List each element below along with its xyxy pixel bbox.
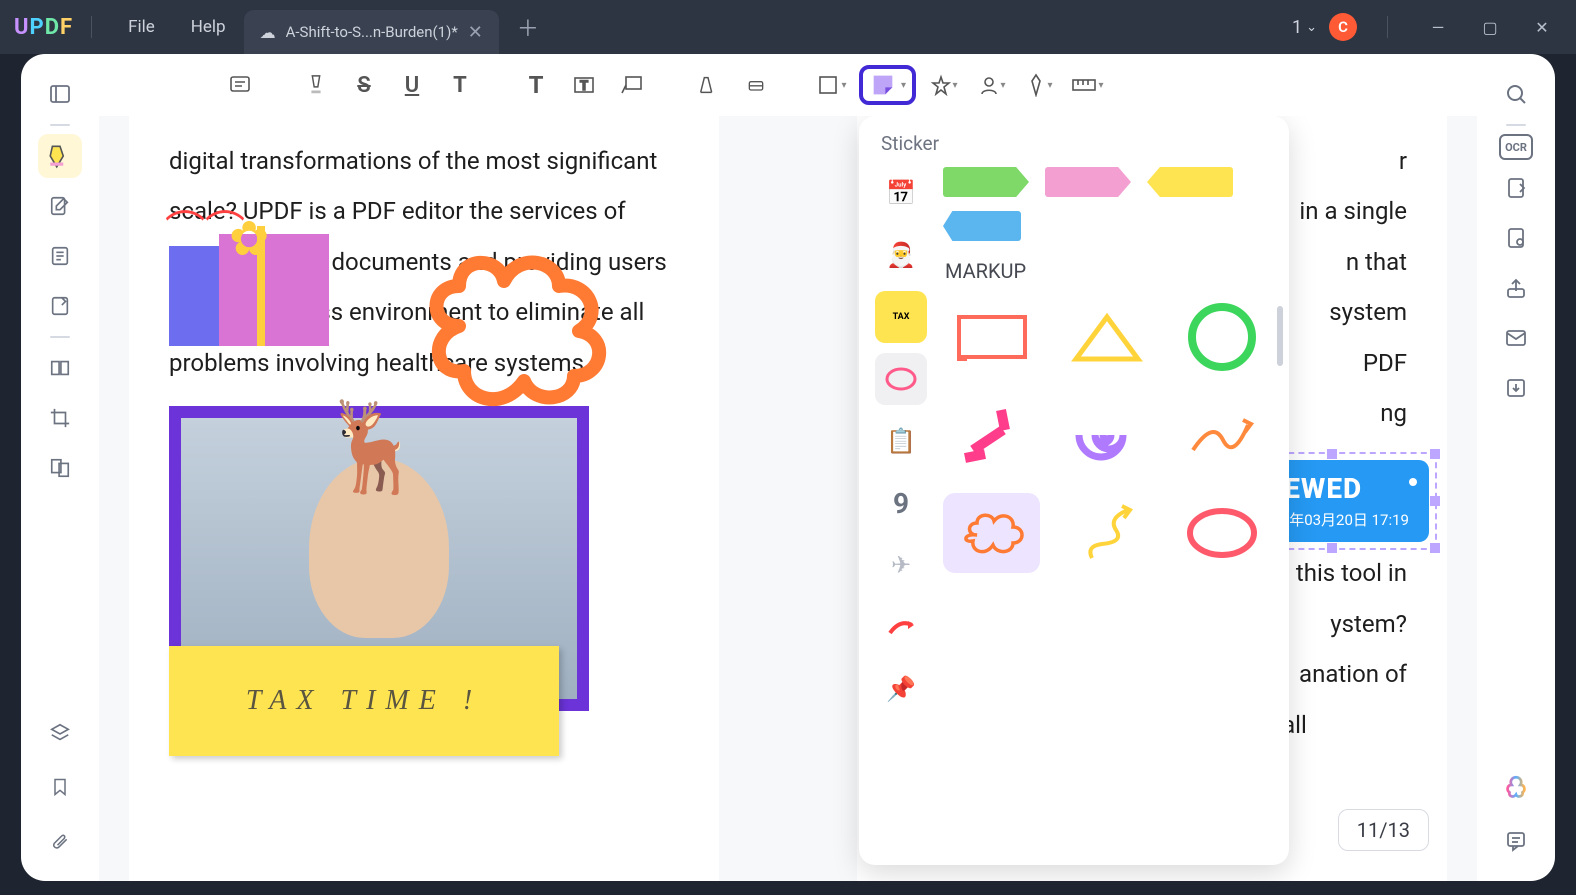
tb-underline-icon[interactable]: U xyxy=(391,64,433,106)
tb-stamp-icon[interactable]: ▾ xyxy=(922,64,964,106)
tb-shape-icon[interactable]: ▾ xyxy=(811,64,853,106)
tb-textbox-icon[interactable]: T xyxy=(563,64,605,106)
tb-pencil-icon[interactable] xyxy=(687,64,729,106)
cat-tax-icon[interactable]: TAX xyxy=(875,291,927,343)
minimize-button[interactable]: — xyxy=(1418,7,1458,47)
sticker-spiral[interactable] xyxy=(1058,395,1155,475)
tb-highlight-icon[interactable] xyxy=(295,64,337,106)
tab-title: A-Shift-to-S...n-Burden(1)* xyxy=(286,23,458,41)
tb-sticker-button[interactable]: ▾ xyxy=(859,65,916,105)
sb-attachment-icon[interactable] xyxy=(38,819,82,863)
cat-santa-icon[interactable]: 🎅 xyxy=(875,229,927,281)
sb-search-icon[interactable] xyxy=(1494,72,1538,116)
sticker-circle[interactable] xyxy=(1174,297,1271,377)
sb-crop-icon[interactable] xyxy=(38,396,82,440)
close-button[interactable]: ✕ xyxy=(1522,7,1562,47)
sb-edit-icon[interactable] xyxy=(38,184,82,228)
tb-strike-icon[interactable]: S xyxy=(343,64,385,106)
tb-squiggly-icon[interactable]: T xyxy=(439,64,481,106)
svg-text:T: T xyxy=(580,79,588,94)
tb-text-icon[interactable]: T xyxy=(515,64,557,106)
cat-pin-icon[interactable]: 📌 xyxy=(875,663,927,715)
tb-signature-icon[interactable]: ▾ xyxy=(970,64,1012,106)
sticker-grid: MARKUP xyxy=(943,167,1277,849)
app-body: S U T T T ▾ ▾ ▾ ▾ ▾ ▾ digital transforma… xyxy=(21,54,1555,881)
cat-arrow-icon[interactable] xyxy=(875,601,927,653)
sticker-categories: 📅 🎅 TAX 📋 9 ✈ 📌 xyxy=(875,167,931,849)
menu-file[interactable]: File xyxy=(110,11,173,43)
main-area: S U T T T ▾ ▾ ▾ ▾ ▾ ▾ digital transforma… xyxy=(99,54,1477,881)
sb-export-icon[interactable] xyxy=(1494,166,1538,210)
tb-eraser-icon[interactable] xyxy=(735,64,777,106)
sb-layers-icon[interactable] xyxy=(38,711,82,755)
sticker-tag-yellow[interactable] xyxy=(1147,167,1233,197)
window-counter[interactable]: 1⌄ xyxy=(1292,17,1317,38)
annotation-toolbar: S U T T T ▾ ▾ ▾ ▾ ▾ ▾ xyxy=(99,54,1477,116)
cat-notes-icon[interactable]: 📋 xyxy=(875,415,927,467)
cat-plane-icon[interactable]: ✈ xyxy=(875,539,927,591)
document-tab[interactable]: ☁ A-Shift-to-S...n-Burden(1)* ✕ xyxy=(244,10,499,54)
sb-page-icon[interactable] xyxy=(38,234,82,278)
markup-section-title: MARKUP xyxy=(945,259,1271,283)
sb-reader-icon[interactable] xyxy=(38,72,82,116)
document-viewport[interactable]: digital transformations of the most sign… xyxy=(99,116,1477,881)
sticker-cloud[interactable] xyxy=(943,493,1040,573)
sb-highlight-icon[interactable] xyxy=(38,134,82,178)
sb-email-icon[interactable] xyxy=(1494,316,1538,360)
sb-form-icon[interactable] xyxy=(38,284,82,328)
menu-help[interactable]: Help xyxy=(173,11,244,43)
sticker-triangle[interactable] xyxy=(1058,297,1155,377)
sb-ocr-icon[interactable]: OCR xyxy=(1499,134,1533,160)
sb-compare-icon[interactable] xyxy=(38,446,82,490)
sticker-squiggle-arrow[interactable] xyxy=(1058,493,1155,573)
right-sidebar: OCR xyxy=(1477,54,1555,881)
sb-protect-icon[interactable] xyxy=(1494,216,1538,260)
sticker-burst[interactable] xyxy=(943,395,1040,475)
cloud-sticker[interactable] xyxy=(409,226,659,426)
app-logo: UPDF xyxy=(14,15,73,40)
sticker-panel: Sticker 📅 🎅 TAX 📋 9 ✈ 📌 xyxy=(859,116,1289,865)
cat-numbers-icon[interactable]: 9 xyxy=(875,477,927,529)
user-avatar[interactable]: C xyxy=(1329,13,1357,41)
sticker-panel-title: Sticker xyxy=(875,132,1277,155)
sticker-tag-pink[interactable] xyxy=(1045,167,1131,197)
title-bar: UPDF File Help ☁ A-Shift-to-S...n-Burden… xyxy=(0,0,1576,54)
tb-callout-icon[interactable] xyxy=(611,64,653,106)
tb-sign-icon[interactable]: ▾ xyxy=(1018,64,1060,106)
new-tab-button[interactable]: ＋ xyxy=(517,11,539,43)
sticker-loop-arrow[interactable] xyxy=(1174,395,1271,475)
gift-sticker[interactable]: ✿ ⌒⌒ xyxy=(169,216,329,346)
sticker-tag-blue[interactable] xyxy=(943,211,1021,241)
page-indicator[interactable]: 11/13 xyxy=(1338,809,1429,851)
tb-comment-icon[interactable] xyxy=(219,64,261,106)
sb-save-icon[interactable] xyxy=(1494,366,1538,410)
cloud-icon: ☁ xyxy=(260,23,276,42)
cat-newyear-icon[interactable]: 📅 xyxy=(875,167,927,219)
maximize-button[interactable]: ▢ xyxy=(1470,7,1510,47)
sb-chat-icon[interactable] xyxy=(1494,819,1538,863)
sb-bookmark-icon[interactable] xyxy=(38,765,82,809)
reindeer-sticker[interactable]: 🦌 xyxy=(319,396,429,499)
left-sidebar xyxy=(21,54,99,881)
sticker-scrollbar[interactable] xyxy=(1277,306,1283,366)
sb-organize-icon[interactable] xyxy=(38,346,82,390)
tb-measure-icon[interactable]: ▾ xyxy=(1066,64,1108,106)
sticker-tag-green[interactable] xyxy=(943,167,1029,197)
sb-share-icon[interactable] xyxy=(1494,266,1538,310)
sticker-oval[interactable] xyxy=(1174,493,1271,573)
tab-close-icon[interactable]: ✕ xyxy=(468,22,483,43)
sb-ai-icon[interactable] xyxy=(1494,765,1538,809)
sticker-rect[interactable] xyxy=(943,297,1040,377)
tax-time-sticker[interactable]: TAX TIME ! xyxy=(169,646,559,756)
cat-markup-icon[interactable] xyxy=(875,353,927,405)
